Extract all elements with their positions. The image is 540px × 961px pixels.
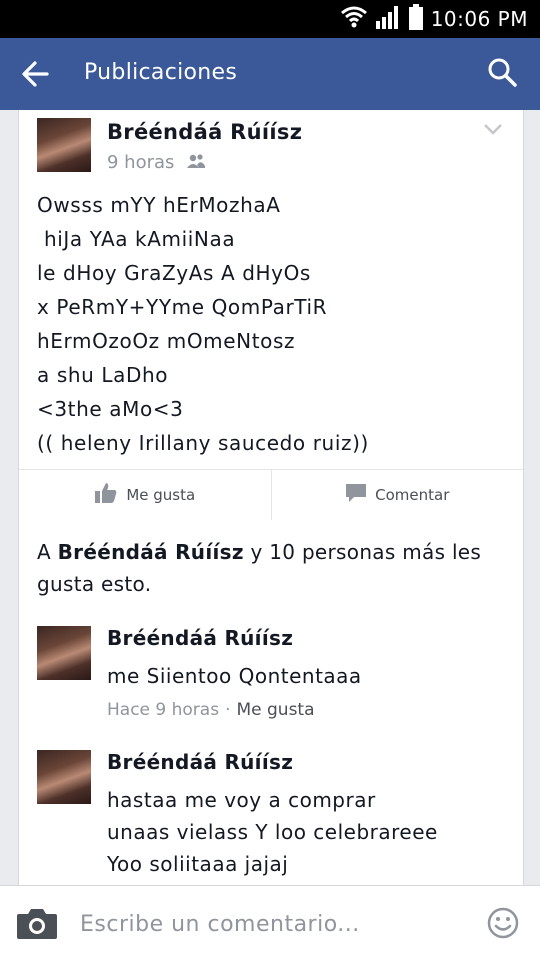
search-icon (486, 58, 518, 92)
comment-text-line: unaas vielass Y loo celebrareee (107, 820, 438, 844)
status-indicators: 10:06 PM (340, 0, 528, 38)
post-actions: Me gusta Comentar (19, 469, 523, 520)
avatar[interactable] (37, 626, 91, 680)
emoji-button[interactable] (486, 906, 520, 940)
friends-icon (186, 153, 206, 173)
battery-icon (408, 4, 423, 34)
comment-time: Hace 9 horas (107, 700, 220, 720)
camera-icon (16, 909, 58, 944)
chevron-down-icon (483, 120, 503, 139)
like-button[interactable]: Me gusta (19, 470, 271, 520)
post-text-line: x PeRmY+YYme QomParTiR (37, 295, 328, 319)
likes-summary[interactable]: A Brééndáá Rúíísz y 10 personas más les … (37, 536, 507, 600)
status-bar: 10:06 PM (0, 0, 540, 38)
post-text-line: a shu LaDho (37, 363, 169, 387)
search-button[interactable] (486, 56, 522, 92)
comment-text-line: Yoo soliitaaa jajaj (107, 852, 289, 876)
comment-label: Comentar (375, 486, 450, 504)
comment-author[interactable]: Brééndáá Rúíísz (107, 626, 293, 650)
like-icon (94, 482, 118, 508)
avatar[interactable] (37, 750, 91, 804)
comment-like-link[interactable]: Me gusta (236, 700, 314, 720)
back-button[interactable] (20, 56, 60, 92)
comment-body: hastaa me voy a comprar unaas vielass Y … (107, 784, 507, 880)
post-author[interactable]: Brééndáá Rúíísz (107, 120, 302, 144)
camera-button[interactable] (16, 906, 58, 942)
emoji-icon (486, 907, 520, 944)
comment-icon (345, 483, 367, 507)
post-time[interactable]: 9 horas (107, 152, 174, 173)
app-bar: Publicaciones (0, 38, 540, 110)
signal-icon (375, 5, 401, 33)
likes-prefix: A (37, 540, 58, 564)
post-card: Brééndáá Rúíísz 9 horas Owsss mYY hErMoz… (18, 110, 524, 521)
like-label: Me gusta (126, 486, 196, 504)
comments-card: A Brééndáá Rúíísz y 10 personas más les … (18, 520, 524, 886)
comment-meta-separator: · (225, 700, 231, 720)
post-text-line: hiJa YAa kAmiiNaa (37, 227, 236, 251)
post-text-line: le dHoy GraZyAs A dHyOs (37, 261, 311, 285)
comment-button[interactable]: Comentar (270, 470, 524, 520)
page-title: Publicaciones (84, 60, 238, 85)
comment-body: me Siientoo Qontentaaa (107, 660, 507, 692)
comment-text-line: hastaa me voy a comprar (107, 788, 376, 812)
avatar[interactable] (37, 118, 91, 172)
post-body: Owsss mYY hErMozhaA hiJa YAa kAmiiNaa le… (37, 188, 507, 460)
post-text-line: Owsss mYY hErMozhaA (37, 193, 281, 217)
comment-text-line: me Siientoo Qontentaaa (107, 664, 362, 688)
likes-name: Brééndáá Rúíísz (57, 540, 244, 564)
post-meta: 9 horas (107, 152, 206, 173)
post-options-button[interactable] (483, 120, 503, 135)
comment-input[interactable] (80, 904, 460, 944)
wifi-icon (340, 6, 367, 32)
back-arrow-icon (20, 61, 50, 96)
post-text-line: hErmOzoOz mOmeNtosz (37, 329, 296, 353)
status-time: 10:06 PM (430, 7, 528, 31)
comment-author[interactable]: Brééndáá Rúíísz (107, 750, 293, 774)
comment-meta: Hace 9 horas · Me gusta (107, 700, 315, 720)
comment-composer (0, 885, 540, 961)
post-text-line: <3the aMo<3 (37, 397, 184, 421)
post-text-line: (( heleny Irillany saucedo ruiz)) (37, 431, 369, 455)
